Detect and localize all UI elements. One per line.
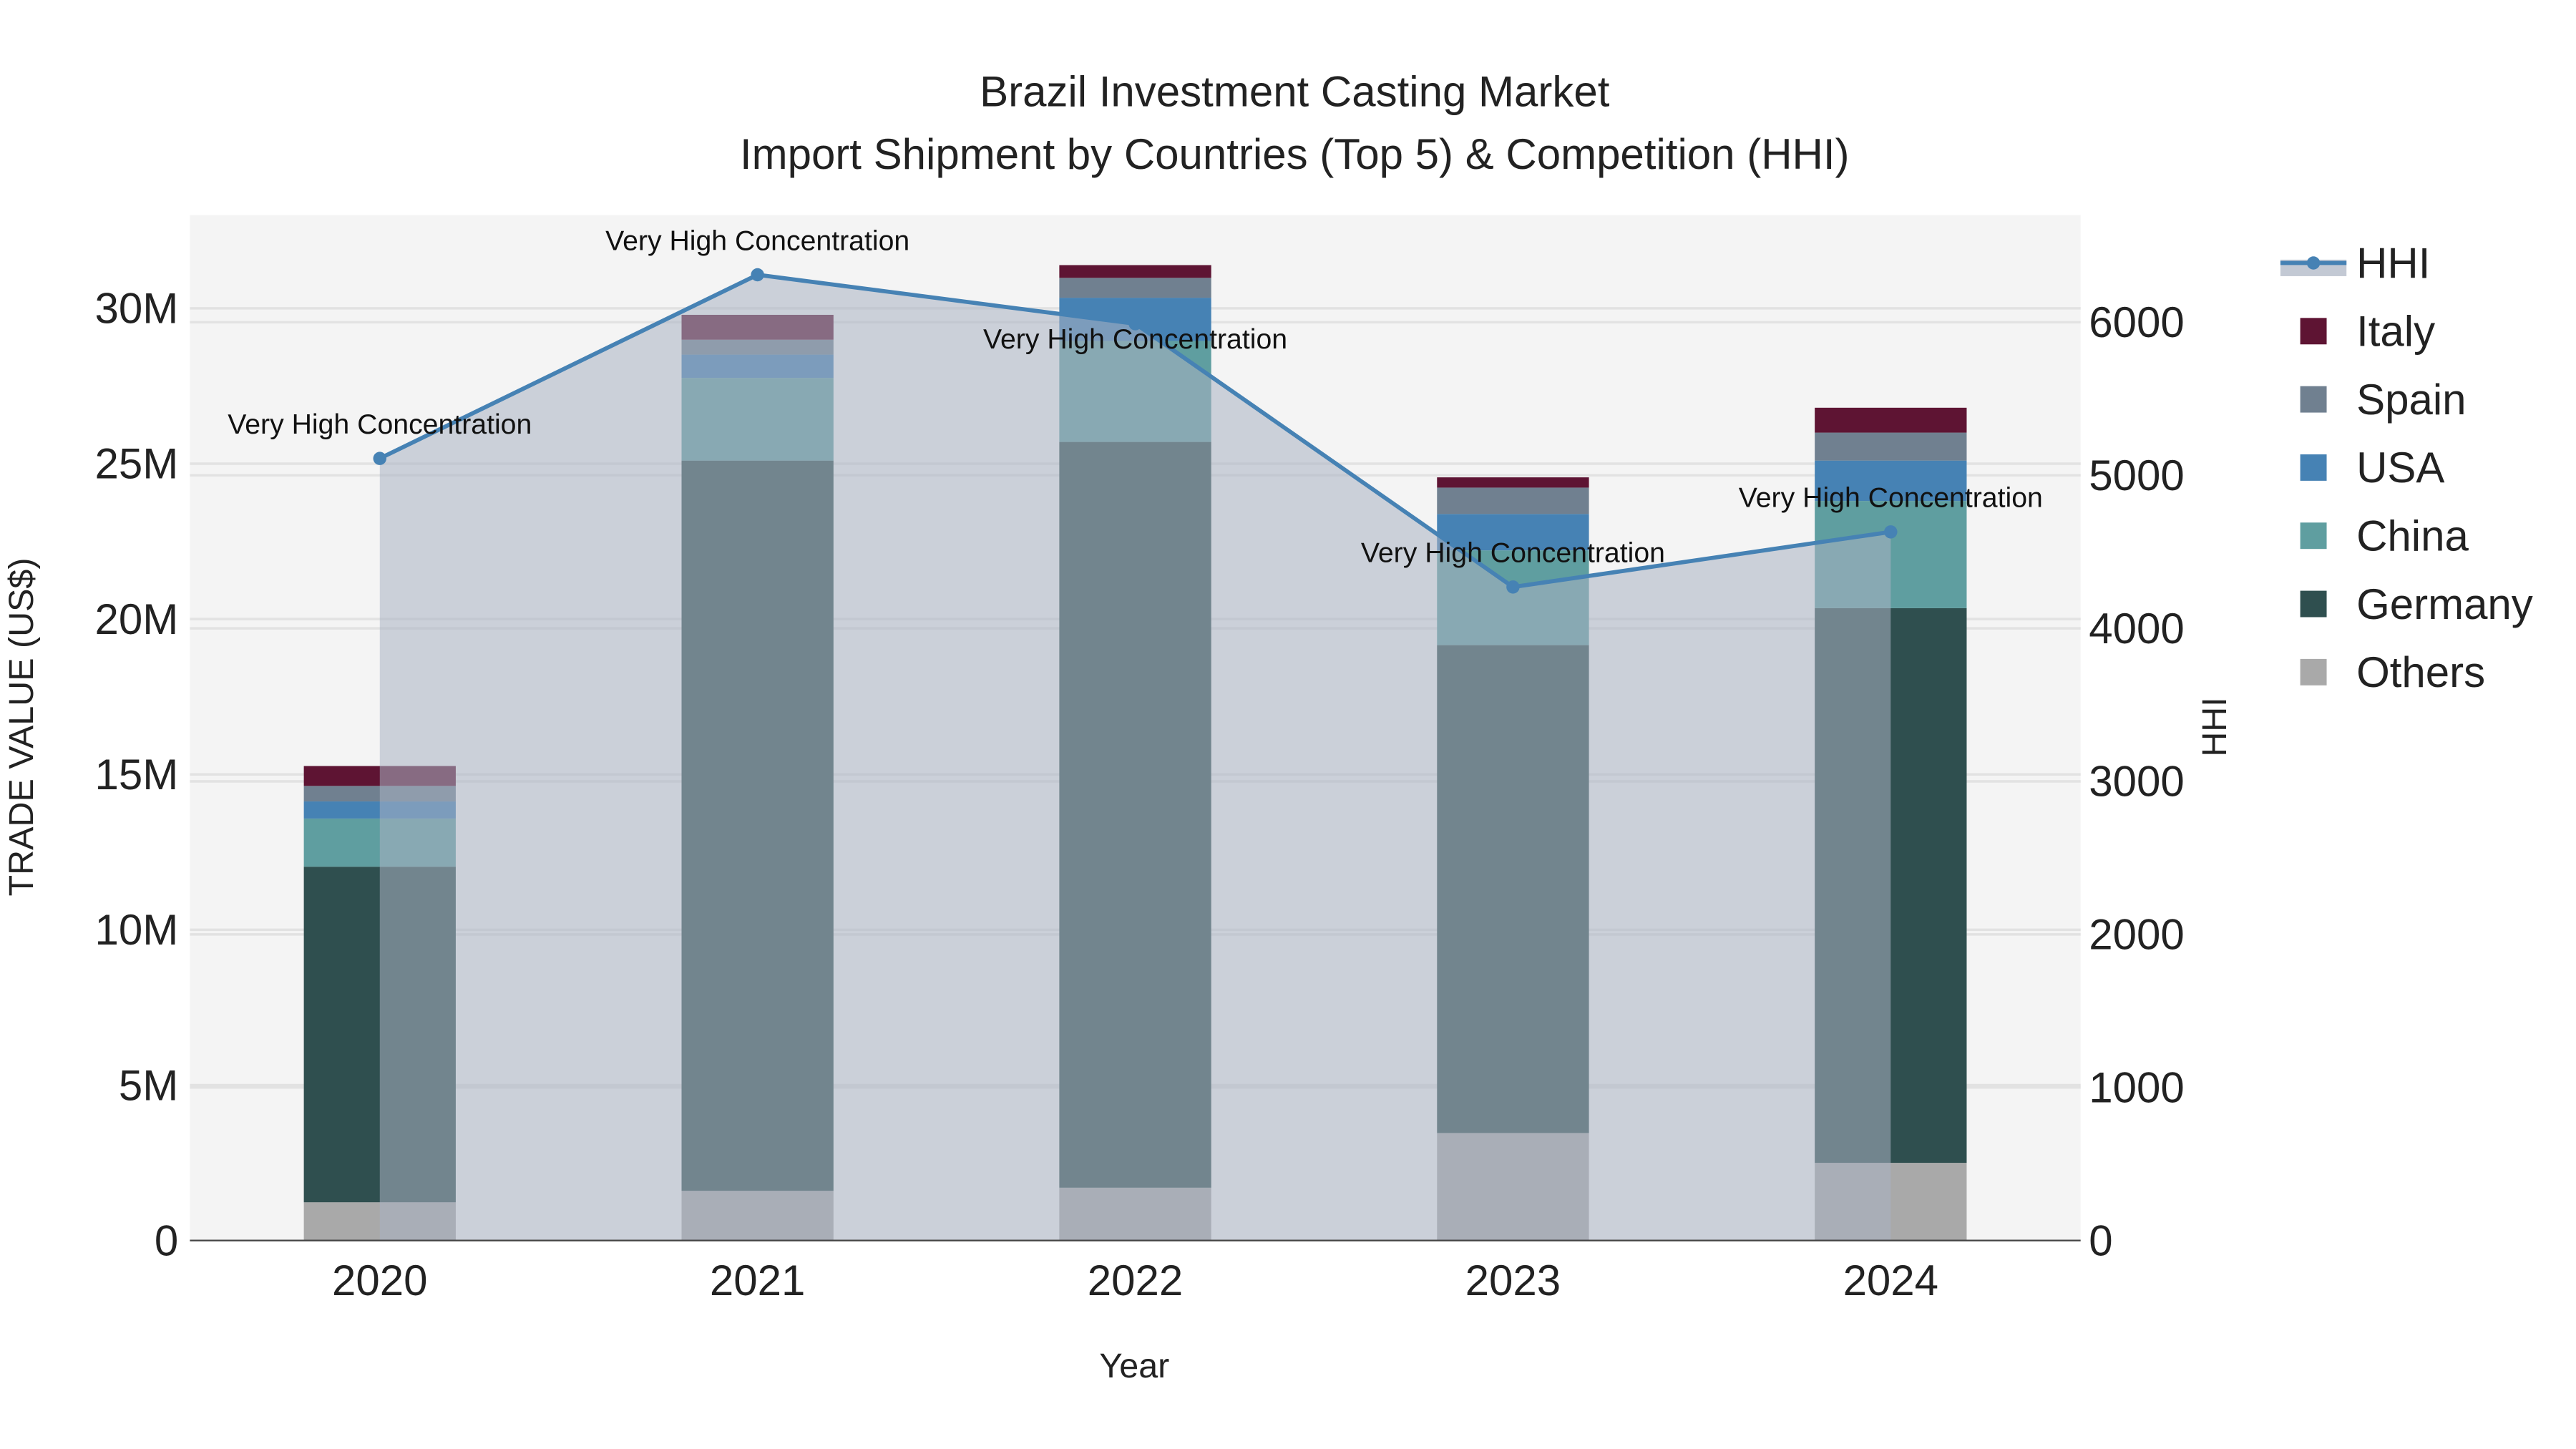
bar-italy-2023[interactable]	[1437, 477, 1589, 488]
legend-swatch-icon	[2300, 318, 2327, 345]
legend-swatch-icon	[2300, 386, 2327, 413]
x-tick-label: 2020	[332, 1257, 427, 1304]
y2-axis-title: HHI	[2195, 697, 2234, 756]
legend-label: USA	[2356, 444, 2444, 492]
bar-spain-2022[interactable]	[1059, 278, 1211, 298]
chart: Very High Concentration Very High Concent…	[2, 67, 2533, 1385]
annotation-2022: Very High Concentration	[983, 323, 1287, 355]
legend-label: Italy	[2356, 308, 2435, 356]
y2-tick-label: 6000	[2089, 298, 2184, 346]
legend-item-usa[interactable]: USA	[2300, 444, 2445, 492]
hhi-point-2021[interactable]	[751, 268, 764, 282]
legend-item-hhi[interactable]: HHI	[2280, 239, 2430, 287]
y2-tick-label: 0	[2089, 1216, 2112, 1264]
annotation-2024: Very High Concentration	[1739, 482, 2043, 514]
legend-label: Others	[2356, 648, 2485, 696]
x-tick-label: 2022	[1088, 1257, 1183, 1304]
legend-swatch-icon	[2300, 590, 2327, 618]
y2-tick-label: 4000	[2089, 605, 2184, 653]
y2-tick-label: 2000	[2089, 911, 2184, 959]
legend-label: Spain	[2356, 376, 2466, 424]
y-tick-label: 5M	[119, 1061, 178, 1109]
x-tick-label: 2024	[1843, 1257, 1938, 1304]
legend-item-spain[interactable]: Spain	[2300, 376, 2467, 424]
y-tick-label: 20M	[95, 595, 179, 643]
y2-tick-label: 3000	[2089, 758, 2184, 806]
hhi-point-2020[interactable]	[373, 452, 386, 465]
y2-tick-label: 5000	[2089, 452, 2184, 499]
legend-item-italy[interactable]: Italy	[2300, 308, 2436, 356]
chart-title: Brazil Investment Casting Market	[980, 67, 1610, 115]
legend-swatch-icon	[2300, 454, 2327, 481]
legend: HHI Italy Spain USA China Germany Others	[2280, 239, 2533, 696]
legend-item-china[interactable]: China	[2300, 512, 2469, 560]
legend-label: China	[2356, 512, 2469, 560]
y-tick-label: 30M	[95, 285, 179, 333]
y-tick-label: 0	[155, 1216, 178, 1264]
legend-label: HHI	[2356, 239, 2430, 287]
legend-label: Germany	[2356, 580, 2533, 628]
chart-subtitle: Import Shipment by Countries (Top 5) & C…	[740, 130, 1850, 178]
legend-item-germany[interactable]: Germany	[2300, 580, 2533, 628]
x-tick-label: 2023	[1465, 1257, 1561, 1304]
annotation-2020: Very High Concentration	[228, 409, 532, 440]
hhi-point-2023[interactable]	[1506, 580, 1520, 594]
annotation-2023: Very High Concentration	[1361, 537, 1665, 569]
x-tick-label: 2021	[710, 1257, 805, 1304]
y-tick-label: 10M	[95, 906, 179, 954]
annotation-2021: Very High Concentration	[605, 225, 909, 256]
legend-swatch-icon	[2300, 522, 2327, 550]
y-tick-label: 15M	[95, 751, 179, 799]
hhi-point-2024[interactable]	[1884, 525, 1898, 539]
legend-marker-icon	[2306, 256, 2321, 270]
bar-italy-2024[interactable]	[1815, 407, 1967, 433]
legend-swatch-icon	[2300, 658, 2327, 686]
bar-spain-2023[interactable]	[1437, 487, 1589, 514]
y2-tick-label: 1000	[2089, 1064, 2184, 1112]
bar-italy-2022[interactable]	[1059, 265, 1211, 278]
y-axis-title: TRADE VALUE (US$)	[2, 557, 41, 896]
legend-item-others[interactable]: Others	[2300, 648, 2486, 696]
y-tick-label: 25M	[95, 440, 179, 488]
bar-spain-2024[interactable]	[1815, 432, 1967, 461]
x-axis-title: Year	[1099, 1347, 1169, 1385]
